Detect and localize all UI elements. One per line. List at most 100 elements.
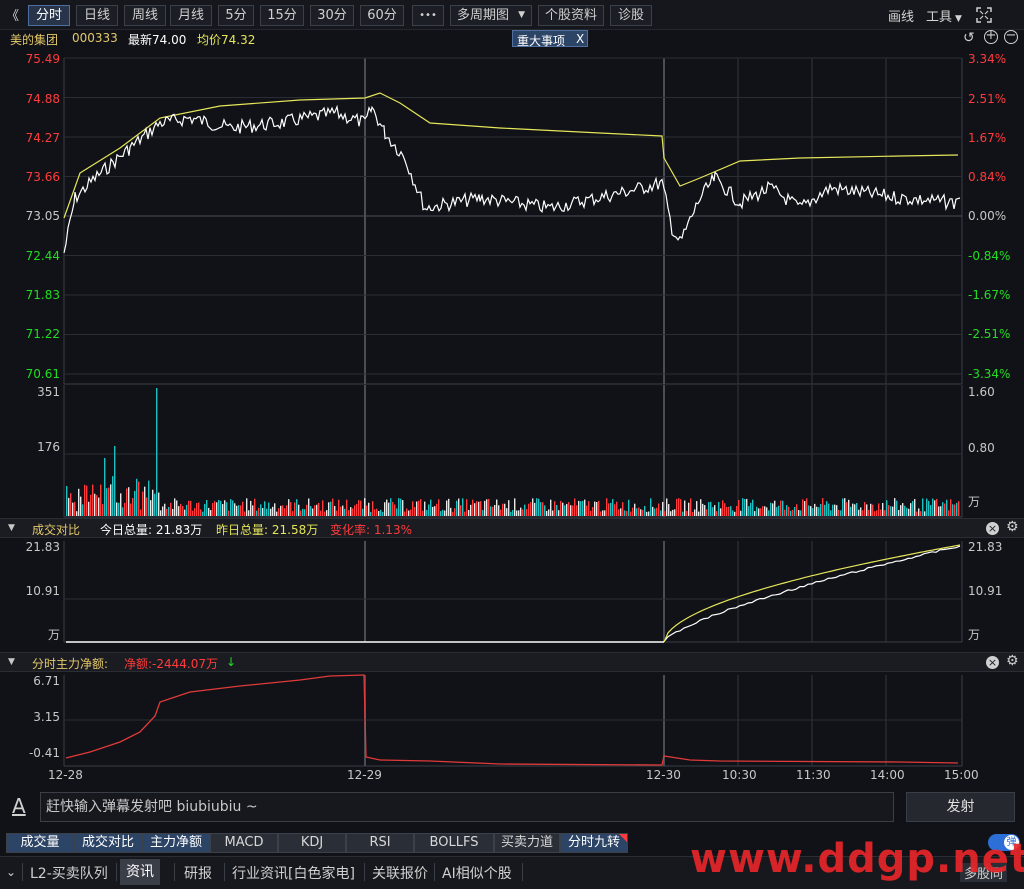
zoom-out-icon[interactable]: − <box>1004 29 1018 44</box>
volume-bar <box>500 509 502 516</box>
volume-bar <box>96 495 98 516</box>
more-periods-button[interactable]: ••• <box>412 5 444 26</box>
volume-bar <box>460 505 462 516</box>
period-tab-15min[interactable]: 15分 <box>260 5 304 26</box>
volume-bar <box>352 508 354 516</box>
collapse-arrow-icon[interactable]: ▼ <box>8 657 15 667</box>
ratio-tick: 21.83 <box>25 540 60 554</box>
settings-gear-icon[interactable]: ⚙ <box>1006 519 1019 535</box>
volume-bar <box>596 501 598 516</box>
volume-bar <box>816 506 818 516</box>
volume-bar <box>950 499 952 516</box>
settings-gear-icon[interactable]: ⚙ <box>1006 653 1019 669</box>
multi-period-dropdown[interactable]: 多周期图 ▼ <box>450 5 532 26</box>
tab-kdj[interactable]: KDJ <box>278 833 346 853</box>
period-tab-day[interactable]: 日线 <box>76 5 118 26</box>
stock-code: 000333 <box>72 31 118 45</box>
volume-bar <box>400 498 402 516</box>
tab-rsi[interactable]: RSI <box>346 833 414 853</box>
pct-tick: -1.67% <box>968 288 1011 302</box>
volume-bar <box>446 500 448 516</box>
tab-industry-news[interactable]: 行业资讯[白色家电] <box>232 863 355 883</box>
tab-ai-similar[interactable]: AI相似个股 <box>442 863 512 883</box>
close-icon[interactable]: X <box>576 32 584 46</box>
volume-bar <box>314 505 316 516</box>
volume-bar <box>326 510 328 516</box>
volume-bar <box>192 510 194 516</box>
chevron-down-icon[interactable]: ⌄ <box>6 865 16 879</box>
period-tab-30min[interactable]: 30分 <box>310 5 354 26</box>
major-event-tag[interactable]: 重大事项 X <box>512 30 588 48</box>
danmu-input[interactable]: 赶快输入弹幕发射吧 biubiubiu ~ <box>40 792 894 822</box>
diagnose-button[interactable]: 诊股 <box>610 5 652 26</box>
expand-icon[interactable] <box>976 7 992 23</box>
volume-bar <box>834 504 836 516</box>
price-tick: 70.61 <box>25 367 60 381</box>
period-tab-week[interactable]: 周线 <box>124 5 166 26</box>
chevron-down-icon: ▼ <box>955 14 962 24</box>
volume-bar <box>930 505 932 516</box>
tools-menu[interactable]: 工具 ▼ <box>926 6 962 25</box>
volume-bar <box>486 499 488 516</box>
tab-l2-queue[interactable]: L2-买卖队列 <box>30 863 108 883</box>
tab-volume-ratio[interactable]: 成交对比 <box>74 833 142 853</box>
volume-bar <box>716 511 718 516</box>
tab-news[interactable]: 资讯 <box>120 859 160 885</box>
stock-profile-button[interactable]: 个股资料 <box>538 5 604 26</box>
volume-bar <box>560 500 562 516</box>
volume-bar <box>102 504 104 516</box>
volume-bar <box>290 502 292 516</box>
period-tab-5min[interactable]: 5分 <box>218 5 254 26</box>
volume-bar <box>782 500 784 516</box>
volume-bar <box>490 506 492 516</box>
volume-bar <box>178 506 180 516</box>
pct-tick: -0.84% <box>968 249 1011 263</box>
tab-main-fund[interactable]: 主力净额 <box>142 833 210 853</box>
volume-bar <box>166 508 168 516</box>
collapse-icon[interactable]: 《 <box>6 5 19 24</box>
volume-bar <box>478 501 480 516</box>
volume-bar <box>292 511 294 516</box>
intraday-chart[interactable] <box>0 48 1024 788</box>
volume-bar <box>514 498 516 516</box>
collapse-arrow-icon[interactable]: ▼ <box>8 523 15 533</box>
close-icon[interactable]: × <box>986 656 999 669</box>
volume-bar <box>250 500 252 516</box>
volume-bar <box>552 510 554 516</box>
tab-macd[interactable]: MACD <box>210 833 278 853</box>
volume-bar <box>550 499 552 516</box>
volume-bar <box>470 504 472 516</box>
volume-bar <box>700 499 702 516</box>
send-button[interactable]: 发射 <box>906 792 1015 822</box>
volume-bar <box>866 504 868 516</box>
tab-volume[interactable]: 成交量 <box>6 833 74 853</box>
period-tab-intraday[interactable]: 分时 <box>28 5 70 26</box>
volume-bar <box>74 502 76 516</box>
tab-related-quotes[interactable]: 关联报价 <box>372 863 428 883</box>
tab-research[interactable]: 研报 <box>184 863 212 883</box>
tab-nine-turn[interactable]: 分时九转 <box>560 833 628 853</box>
volume-bar <box>402 500 404 516</box>
tab-bollfs[interactable]: BOLLFS <box>414 833 494 853</box>
volume-bar <box>420 499 422 516</box>
volume-bar <box>880 509 882 516</box>
volume-bar <box>200 509 202 516</box>
undo-icon[interactable]: ↺ <box>963 30 975 46</box>
volume-bar <box>632 507 634 516</box>
volume-bar <box>232 500 234 516</box>
volume-bar <box>904 505 906 516</box>
draw-line-button[interactable]: 画线 <box>888 6 914 25</box>
period-tab-month[interactable]: 月线 <box>170 5 212 26</box>
volume-bar <box>366 505 368 516</box>
volume-bar <box>940 506 942 516</box>
tab-buy-sell-force[interactable]: 买卖力道 <box>494 833 560 853</box>
zoom-in-icon[interactable]: + <box>984 29 998 44</box>
volume-bar <box>724 503 726 516</box>
period-tab-60min[interactable]: 60分 <box>360 5 404 26</box>
text-style-icon[interactable]: A <box>12 794 26 818</box>
volume-bar <box>342 505 344 516</box>
volume-bar <box>708 502 710 516</box>
volume-bar <box>188 500 190 516</box>
close-icon[interactable]: × <box>986 522 999 535</box>
volume-bar <box>344 508 346 516</box>
